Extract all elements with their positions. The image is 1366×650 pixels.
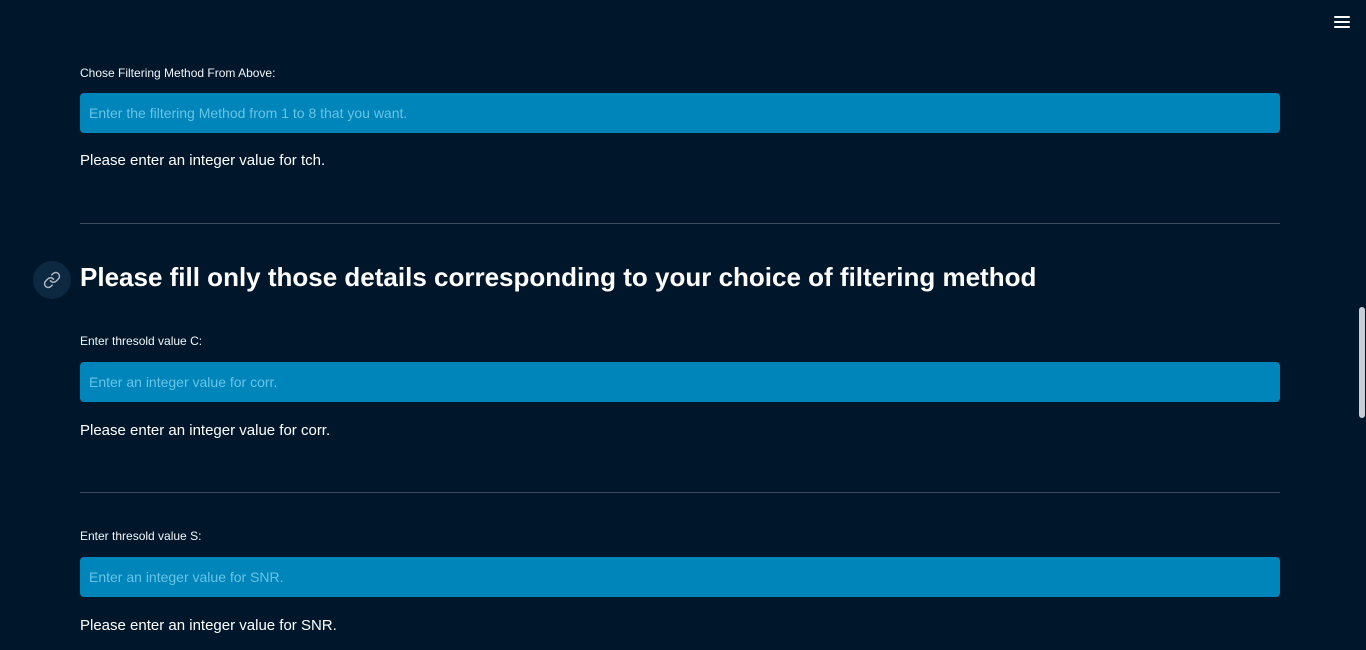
app-page: Chose Filtering Method From Above: Pleas…	[0, 0, 1366, 650]
heading-anchor-link[interactable]	[33, 261, 71, 299]
filtering-method-label: Chose Filtering Method From Above:	[80, 66, 276, 80]
filtering-method-input[interactable]	[80, 93, 1280, 133]
hamburger-menu-icon-bar	[1334, 21, 1350, 23]
hamburger-menu-icon	[1334, 16, 1350, 18]
threshold-s-label: Enter thresold value S:	[80, 529, 202, 543]
page-scrollbar-thumb[interactable]	[1359, 307, 1365, 418]
section-heading: Please fill only those details correspon…	[80, 262, 1037, 292]
threshold-c-label: Enter thresold value C:	[80, 334, 203, 348]
section-divider	[80, 492, 1280, 493]
hamburger-menu-icon-bar	[1334, 26, 1350, 28]
main-menu-button[interactable]	[1330, 10, 1354, 34]
link-icon	[43, 271, 61, 289]
threshold-s-message: Please enter an integer value for SNR.	[80, 617, 337, 634]
threshold-s-input[interactable]	[80, 557, 1280, 597]
threshold-c-message: Please enter an integer value for corr.	[80, 422, 331, 439]
threshold-c-input[interactable]	[80, 362, 1280, 402]
section-divider	[80, 223, 1280, 224]
filtering-method-message: Please enter an integer value for tch.	[80, 152, 326, 169]
